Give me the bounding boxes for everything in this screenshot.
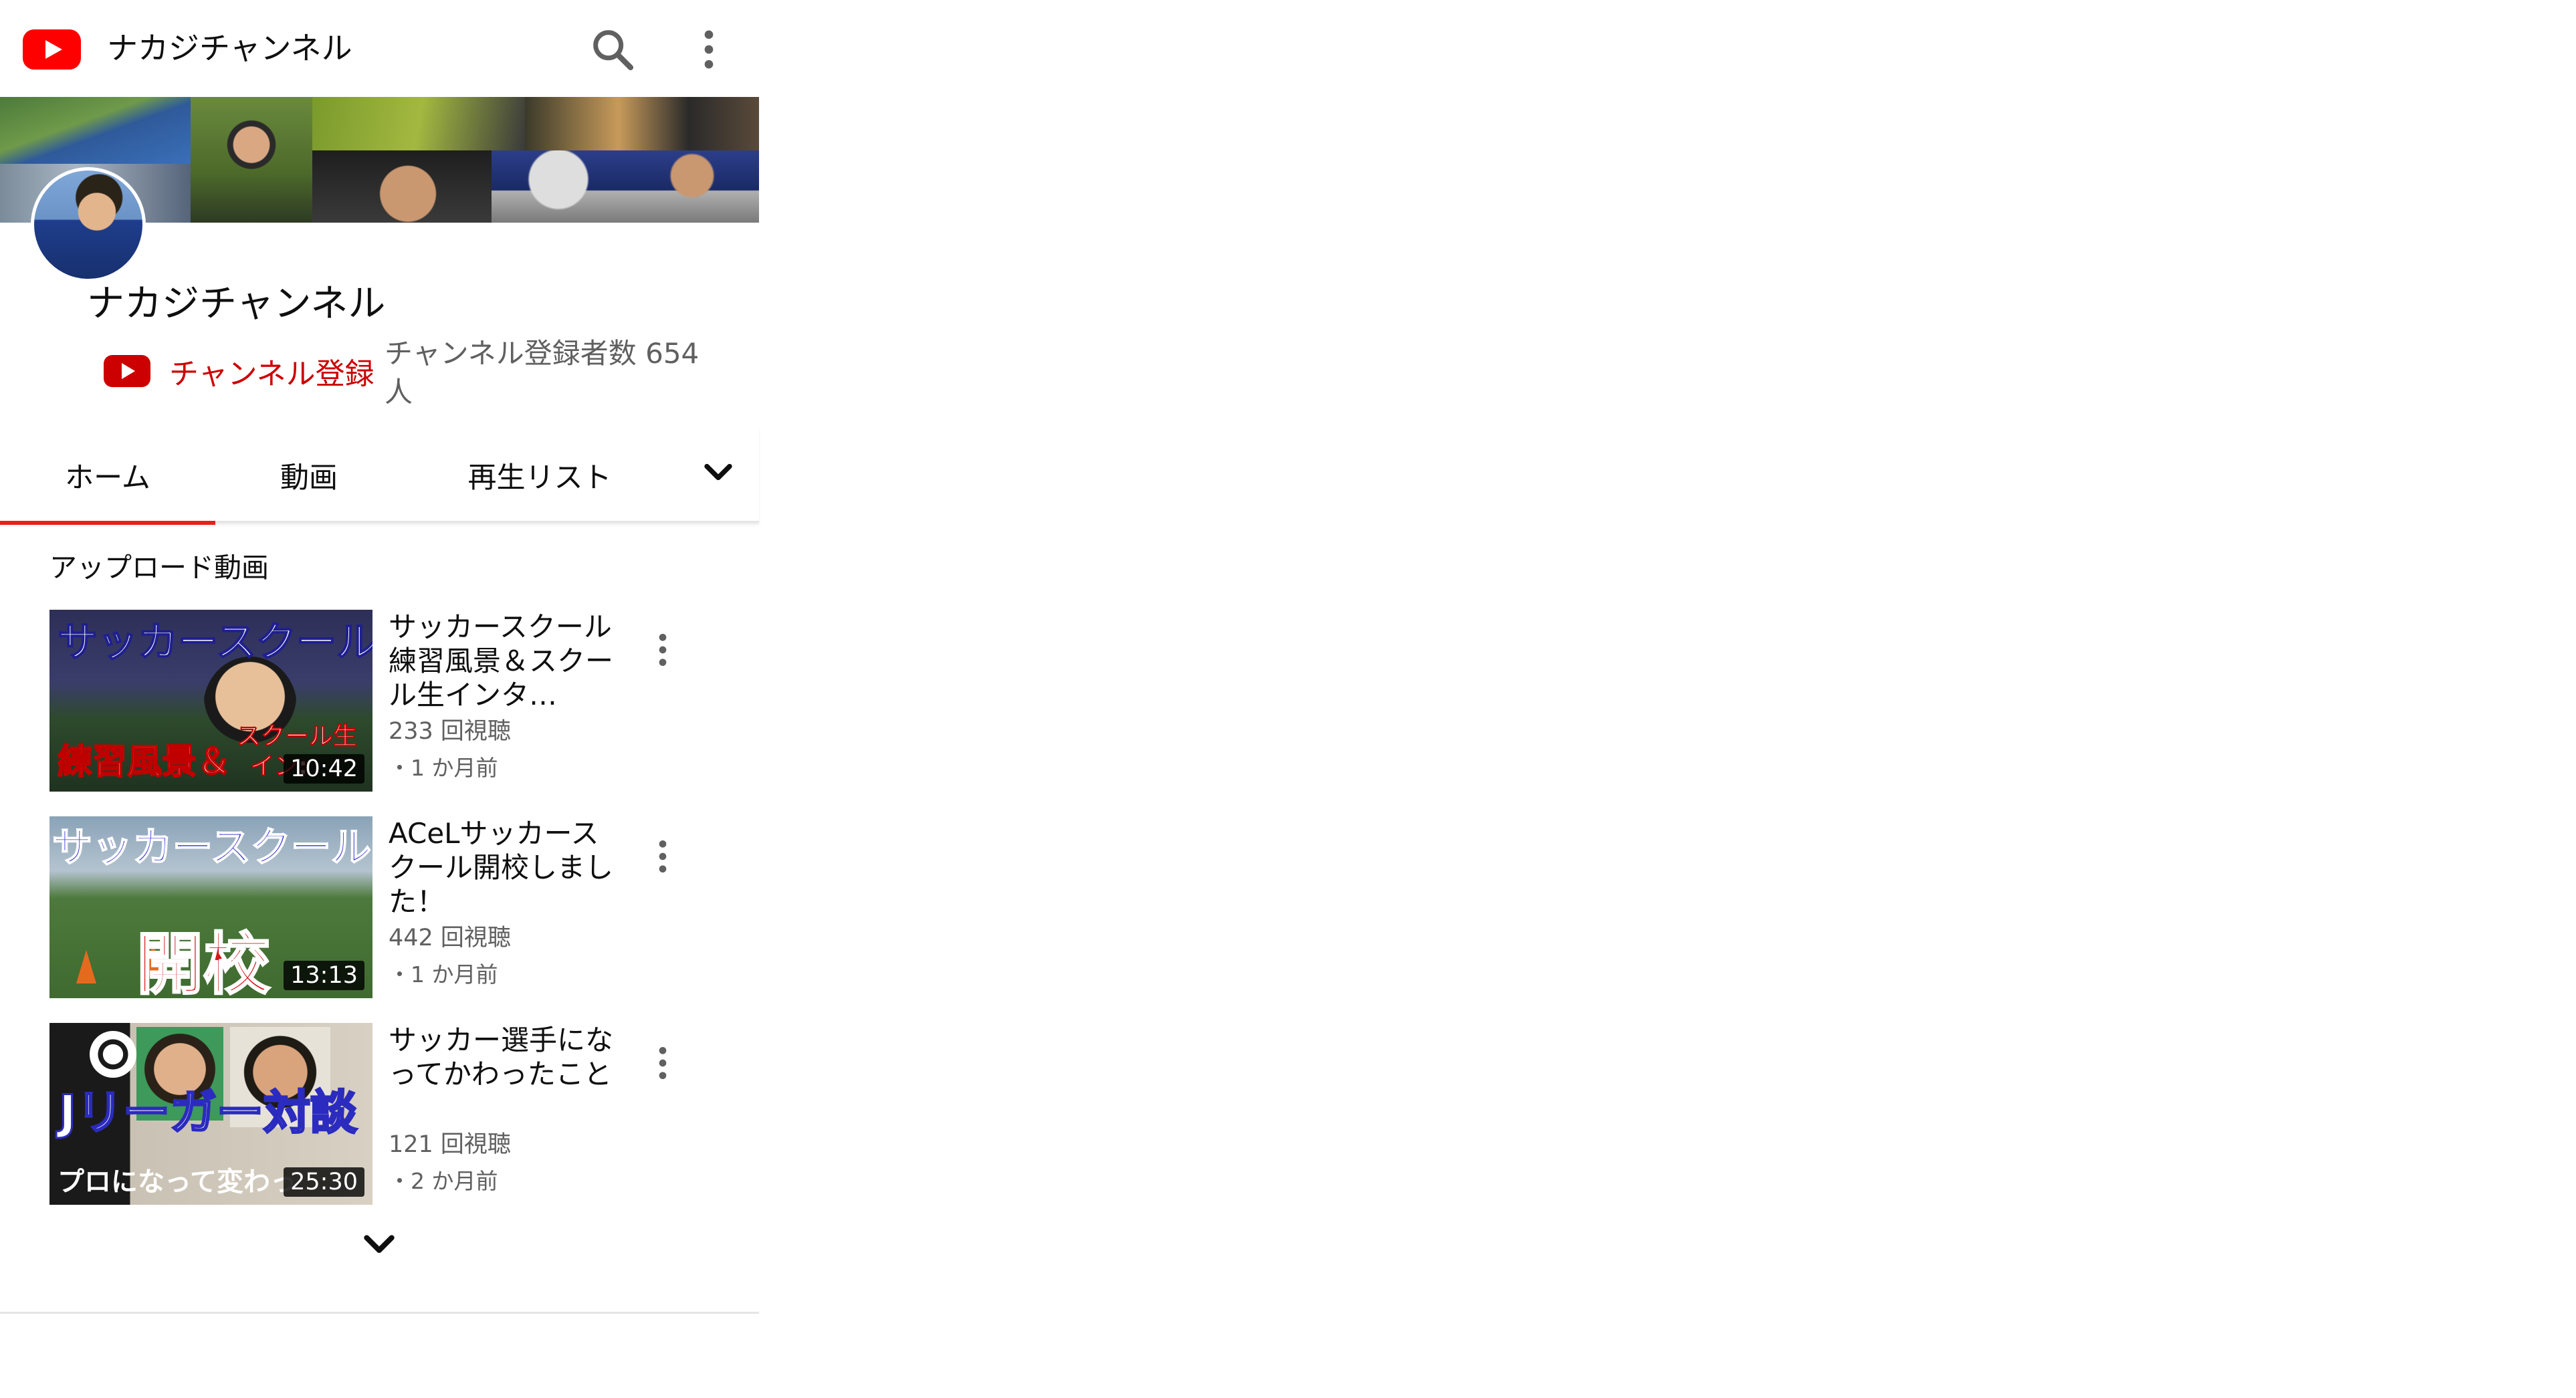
video-title[interactable]: ACeLサッカースクール開校しました！: [389, 816, 616, 919]
video-item[interactable]: サッカースクール 開校 13:13 ACeLサッカースクール開校しました！ 44…: [49, 816, 752, 998]
video-thumbnail[interactable]: サッカースクール 練習風景＆ スクール生 イン: 10:42: [49, 610, 372, 792]
video-views: 233 回視聴: [389, 718, 511, 745]
banner-photo: [312, 97, 525, 150]
thumbnail-text: Jリーガー対談: [58, 1084, 358, 1141]
more-vert-icon[interactable]: [641, 1042, 684, 1084]
video-views: 121 回視聴: [389, 1131, 511, 1158]
chevron-down-icon[interactable]: [358, 1224, 401, 1266]
more-vert-icon[interactable]: [683, 24, 734, 75]
search-icon[interactable]: [587, 24, 638, 75]
more-vert-icon[interactable]: [641, 835, 684, 878]
app-bar: ナカジチャンネル: [0, 0, 759, 97]
video-thumbnail[interactable]: Jリーガー対談 プロになって変わっ 25:30: [49, 1023, 372, 1205]
thumbnail-text: プロになって変わっ: [58, 1167, 297, 1197]
video-duration: 13:13: [284, 961, 364, 990]
divider: [0, 1312, 759, 1314]
video-age: ・1 か月前: [389, 961, 498, 987]
thumbnail-text: 練習風景＆: [57, 741, 232, 783]
channel-tabs: ホーム 動画 再生リスト: [0, 428, 759, 525]
section-title: アップロード動画: [49, 552, 269, 584]
video-title[interactable]: サッカースクール練習風景＆スクール生インタ…: [389, 610, 616, 712]
video-views: 442 回視聴: [389, 925, 511, 951]
youtube-play-icon: [104, 355, 150, 387]
video-item[interactable]: Jリーガー対談 プロになって変わっ 25:30 サッカー選手になってかわったこと…: [49, 1023, 752, 1205]
thumbnail-text: サッカースクール: [57, 618, 372, 667]
video-thumbnail[interactable]: サッカースクール 開校 13:13: [49, 816, 372, 998]
tab-home[interactable]: ホーム: [0, 428, 215, 525]
banner-photo: [492, 150, 759, 223]
subscribe-label: チャンネル登録: [169, 357, 374, 391]
video-duration: 25:30: [284, 1167, 364, 1197]
video-item[interactable]: サッカースクール 練習風景＆ スクール生 イン: 10:42 サッカースクール練…: [49, 610, 752, 792]
video-age: ・2 か月前: [389, 1168, 498, 1194]
tab-playlists[interactable]: 再生リスト: [403, 428, 677, 523]
tab-videos[interactable]: 動画: [215, 428, 403, 523]
thumbnail-text: サッカースクール: [51, 824, 372, 872]
banner-photo: [525, 97, 759, 150]
chevron-down-icon[interactable]: [695, 449, 741, 495]
banner-photo: [0, 97, 191, 164]
thumbnail-text: 開校: [136, 925, 272, 999]
video-duration: 10:42: [284, 754, 364, 784]
subscribe-button[interactable]: チャンネル登録: [104, 348, 374, 394]
youtube-logo-icon[interactable]: [23, 29, 81, 70]
banner-photo: [191, 97, 312, 223]
subscriber-count: チャンネル登録者数 654 人: [385, 337, 700, 409]
more-vert-icon[interactable]: [641, 628, 684, 671]
app-bar-title: ナカジチャンネル: [107, 30, 352, 66]
video-title[interactable]: サッカー選手になってかわったこと: [389, 1023, 616, 1091]
channel-name: ナカジチャンネル: [87, 282, 386, 326]
video-age: ・1 か月前: [389, 755, 498, 781]
channel-avatar[interactable]: [31, 167, 146, 282]
